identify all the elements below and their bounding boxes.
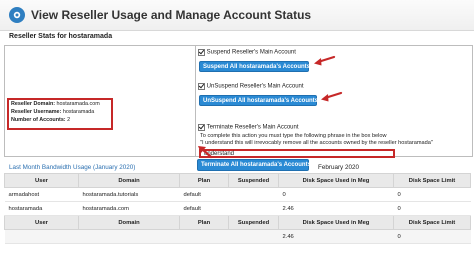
section-title: Reseller Stats for hostaramada <box>9 33 113 40</box>
disk-limit-cell: 0 <box>393 187 471 202</box>
total-domain-cell <box>78 229 180 244</box>
terminate-all-button[interactable]: Terminate All hostaramada's Accounts <box>197 159 311 171</box>
suspend-main-label: Suspend Reseller's Main Account <box>206 49 296 56</box>
total-plan-cell <box>179 229 229 244</box>
reseller-domain-value: hostaramada.com <box>56 101 100 107</box>
disk-used-cell: 0 <box>278 187 394 202</box>
suspend-option: Suspend Reseller's Main Account <box>198 49 296 56</box>
column-header-suspended[interactable]: Suspended <box>228 215 279 230</box>
bandwidth-table: User Domain Plan Suspended Disk Space Us… <box>4 173 471 244</box>
reseller-username-value: hostaramada <box>62 109 95 115</box>
total-suspended-cell <box>228 229 279 244</box>
column-header-disk-limit[interactable]: Disk Space Limit <box>393 215 471 230</box>
total-user-cell <box>4 229 79 244</box>
column-header-plan[interactable]: Plan <box>179 215 229 230</box>
arrow-icon <box>314 55 336 66</box>
unsuspend-all-button[interactable]: UnSuspend All hostaramada's Accounts <box>199 95 318 106</box>
table-header-row: User Domain Plan Suspended Disk Space Us… <box>4 215 471 230</box>
page-header: View Reseller Usage and Manage Account S… <box>0 0 474 31</box>
column-header-disk-used[interactable]: Disk Space Used in Meg <box>278 215 394 230</box>
reseller-username-label: Reseller Username: <box>11 109 62 115</box>
account-count-label: Number of Accounts: <box>11 117 66 123</box>
reseller-actions-cell: Suspend Reseller's Main Account Suspend … <box>196 46 472 158</box>
column-header-suspended[interactable]: Suspended <box>228 173 279 188</box>
disk-used-cell: 2.46 <box>278 201 394 216</box>
arrow-icon <box>198 146 213 159</box>
account-count-row: Number of Accounts: 2 <box>11 116 109 124</box>
table-row: armadahost hostaramada.tutorials default… <box>4 187 471 202</box>
page-title: View Reseller Usage and Manage Account S… <box>31 8 312 22</box>
reseller-username-row: Reseller Username: hostaramada <box>11 108 109 116</box>
terminate-instructions: To complete this action you must type th… <box>200 133 387 139</box>
reseller-domain-label: Reseller Domain: <box>11 101 56 107</box>
column-header-disk-used[interactable]: Disk Space Used in Meg <box>278 173 394 188</box>
table-header-row: User Domain Plan Suspended Disk Space Us… <box>4 173 471 188</box>
settings-icon <box>9 7 25 23</box>
total-disk-limit-cell: 0 <box>393 229 471 244</box>
suspend-main-checkbox[interactable] <box>198 49 205 56</box>
column-header-domain[interactable]: Domain <box>78 215 180 230</box>
plan-cell: default <box>179 187 229 202</box>
domain-cell: hostaramada.tutorials <box>78 187 180 202</box>
reseller-info-box: Reseller Domain: hostaramada.com Reselle… <box>7 98 113 130</box>
reseller-domain-row: Reseller Domain: hostaramada.com <box>11 100 109 108</box>
unsuspend-option: UnSuspend Reseller's Main Account <box>198 83 304 90</box>
plan-cell: default <box>179 201 229 216</box>
terminate-option: Terminate Reseller's Main Account <box>198 124 299 131</box>
domain-cell: hostaramada.com <box>78 201 180 216</box>
suspend-all-button[interactable]: Suspend All hostaramada's Accounts <box>199 61 310 72</box>
disk-limit-cell: 0 <box>393 201 471 216</box>
total-disk-used-cell: 2.46 <box>278 229 394 244</box>
totals-row: 2.46 0 <box>4 229 471 244</box>
user-cell: hostaramada <box>4 201 79 216</box>
user-cell: armadahost <box>4 187 79 202</box>
current-month-label: February 2020 <box>318 164 359 171</box>
column-header-user[interactable]: User <box>4 173 79 188</box>
arrow-icon <box>321 91 343 102</box>
last-month-bandwidth-link[interactable]: Last Month Bandwidth Usage (January 2020… <box>9 164 135 171</box>
reseller-info-cell: Reseller Domain: hostaramada.com Reselle… <box>5 46 196 156</box>
confirm-phrase-input[interactable]: understand <box>199 149 395 158</box>
terminate-phrase: "I understand this will irrevocably remo… <box>200 140 433 146</box>
terminate-main-checkbox[interactable] <box>198 124 205 131</box>
column-header-disk-limit[interactable]: Disk Space Limit <box>393 173 471 188</box>
suspended-cell <box>228 187 279 202</box>
column-header-user[interactable]: User <box>4 215 79 230</box>
column-header-domain[interactable]: Domain <box>78 173 180 188</box>
unsuspend-main-checkbox[interactable] <box>198 83 205 90</box>
unsuspend-main-label: UnSuspend Reseller's Main Account <box>206 83 304 90</box>
column-header-plan[interactable]: Plan <box>179 173 229 188</box>
reseller-stats-panel: Reseller Domain: hostaramada.com Reselle… <box>4 45 473 158</box>
account-count-value: 2 <box>67 117 71 123</box>
table-row: hostaramada hostaramada.com default 2.46… <box>4 201 471 216</box>
suspended-cell <box>228 201 279 216</box>
terminate-main-label: Terminate Reseller's Main Account <box>206 124 299 131</box>
